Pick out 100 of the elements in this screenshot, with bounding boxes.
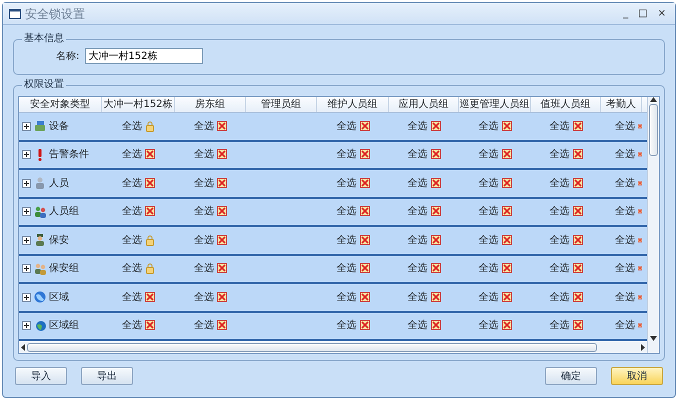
select-all-link[interactable]: 全选: [408, 290, 428, 305]
select-all-link[interactable]: 全选: [615, 290, 635, 305]
select-all-link[interactable]: 全选: [122, 118, 142, 134]
select-all-link[interactable]: 全选: [122, 261, 142, 276]
select-all-link[interactable]: 全选: [615, 176, 635, 191]
scrollbar-corner: [647, 341, 659, 353]
row-label: 告警条件: [49, 148, 89, 162]
scroll-left-icon: [21, 344, 25, 350]
select-all-link[interactable]: 全选: [408, 318, 428, 334]
dialog-button[interactable]: 确定: [545, 367, 597, 385]
section-legend: 权限设置: [22, 79, 66, 91]
expand-icon: [22, 292, 31, 302]
select-all-link[interactable]: 全选: [550, 261, 570, 276]
select-all-link[interactable]: 全选: [615, 232, 635, 248]
select-all-link[interactable]: 全选: [194, 290, 214, 305]
column-header[interactable]: 大冲一村152栋: [102, 97, 175, 112]
select-all-link[interactable]: 全选: [408, 118, 428, 134]
select-all-link[interactable]: 全选: [194, 147, 214, 162]
select-all-link[interactable]: 全选: [336, 176, 356, 191]
select-all-link[interactable]: 全选: [122, 176, 142, 191]
select-all-link[interactable]: 全选: [550, 204, 570, 220]
select-all-link[interactable]: 全选: [408, 204, 428, 220]
select-all-link[interactable]: 全选: [336, 118, 356, 134]
expand-icon: [22, 178, 31, 188]
select-all-link[interactable]: 全选: [615, 204, 635, 220]
dialog-button[interactable]: 导出: [81, 367, 133, 385]
column-header[interactable]: 巡更管理人员组: [459, 97, 531, 112]
section-legend: 基本信息: [22, 33, 66, 45]
column-header[interactable]: 维护人员组: [317, 97, 389, 112]
select-all-link[interactable]: 全选: [478, 232, 498, 248]
select-all-link[interactable]: 全选: [194, 232, 214, 248]
column-header[interactable]: 房东组: [175, 97, 246, 112]
row-label: 人员: [49, 176, 69, 191]
select-all-link[interactable]: 全选: [550, 232, 570, 248]
name-field[interactable]: 大冲一村152栋: [85, 48, 204, 64]
select-all-link[interactable]: 全选: [336, 318, 356, 334]
select-all-link[interactable]: 全选: [336, 147, 356, 162]
select-all-link[interactable]: 全选: [478, 176, 498, 191]
vertical-scrollbar[interactable]: [647, 97, 659, 341]
select-all-link[interactable]: 全选: [336, 232, 356, 248]
select-all-link[interactable]: 全选: [122, 147, 142, 162]
row-label: 区域组: [49, 318, 79, 334]
window-title: 安全锁设置: [25, 6, 85, 22]
select-all-link[interactable]: 全选: [194, 204, 214, 220]
select-all-link[interactable]: 全选: [615, 147, 635, 162]
select-all-link[interactable]: 全选: [122, 318, 142, 334]
window-icon: [9, 8, 21, 18]
select-all-link[interactable]: 全选: [336, 290, 356, 305]
scroll-thumb[interactable]: [649, 104, 658, 156]
row-label: 区域: [49, 290, 69, 305]
expand-icon: [22, 150, 31, 160]
expand-icon: [22, 264, 31, 274]
select-all-link[interactable]: 全选: [550, 176, 570, 191]
select-all-link[interactable]: 全选: [615, 261, 635, 276]
horizontal-scrollbar[interactable]: [19, 341, 647, 353]
select-all-link[interactable]: 全选: [550, 147, 570, 162]
select-all-link[interactable]: 全选: [194, 118, 214, 134]
select-all-link[interactable]: 全选: [408, 147, 428, 162]
maximize-button[interactable]: □: [635, 8, 651, 18]
row-label: 设备: [49, 120, 69, 134]
expand-icon: [22, 236, 31, 245]
expand-icon: [22, 321, 31, 330]
select-all-link[interactable]: 全选: [478, 290, 498, 305]
select-all-link[interactable]: 全选: [336, 261, 356, 276]
select-all-link[interactable]: 全选: [194, 261, 214, 276]
select-all-link[interactable]: 全选: [478, 204, 498, 220]
select-all-link[interactable]: 全选: [615, 318, 635, 334]
select-all-link[interactable]: 全选: [478, 118, 498, 134]
scroll-up-icon: [650, 97, 657, 102]
select-all-link[interactable]: 全选: [478, 261, 498, 276]
select-all-link[interactable]: 全选: [122, 290, 142, 305]
dialog-button[interactable]: 导入: [15, 367, 67, 385]
select-all-link[interactable]: 全选: [478, 147, 498, 162]
field-label: 名称:: [56, 50, 80, 64]
scroll-right-icon: [641, 344, 645, 350]
scroll-thumb[interactable]: [27, 342, 597, 352]
column-header[interactable]: 应用人员组: [389, 97, 459, 112]
column-header[interactable]: 值班人员组: [531, 97, 601, 112]
select-all-link[interactable]: 全选: [408, 232, 428, 248]
expand-icon: [22, 122, 31, 131]
column-header[interactable]: 考勤人: [601, 97, 642, 112]
select-all-link[interactable]: 全选: [408, 176, 428, 191]
select-all-link[interactable]: 全选: [336, 204, 356, 220]
select-all-link[interactable]: 全选: [408, 261, 428, 276]
select-all-link[interactable]: 全选: [122, 204, 142, 220]
minimize-button[interactable]: _: [620, 8, 632, 18]
select-all-link[interactable]: 全选: [194, 318, 214, 334]
row-label: 人员组: [49, 205, 79, 220]
column-header[interactable]: 管理员组: [246, 97, 317, 112]
select-all-link[interactable]: 全选: [194, 176, 214, 191]
expand-icon: [22, 207, 31, 216]
select-all-link[interactable]: 全选: [550, 118, 570, 134]
select-all-link[interactable]: 全选: [550, 290, 570, 305]
column-header[interactable]: 安全对象类型: [19, 97, 102, 112]
close-button[interactable]: ×: [654, 8, 669, 18]
cancel-button[interactable]: 取消: [611, 367, 663, 385]
select-all-link[interactable]: 全选: [550, 318, 570, 334]
select-all-link[interactable]: 全选: [478, 318, 498, 334]
select-all-link[interactable]: 全选: [615, 118, 635, 134]
select-all-link[interactable]: 全选: [122, 232, 142, 248]
